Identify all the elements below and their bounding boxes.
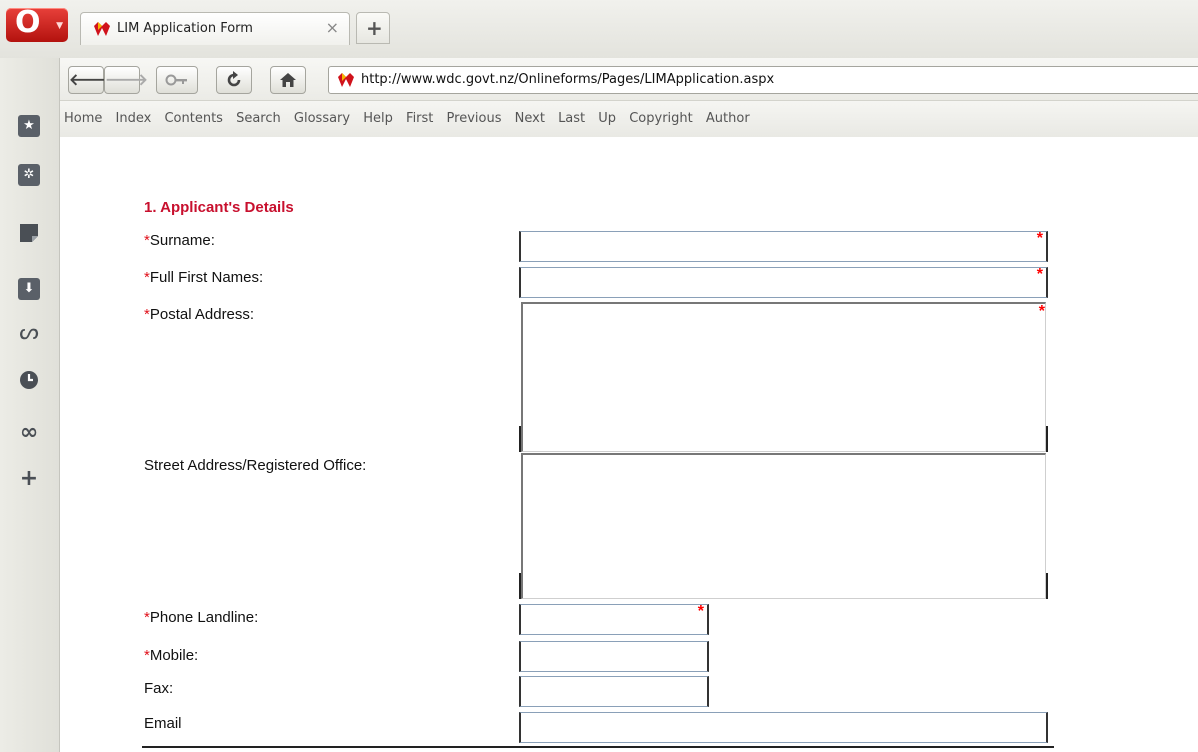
wdc-favicon-icon [338,73,354,87]
tab-lim-application-form[interactable]: LIM Application Form × [80,12,350,45]
reload-button[interactable] [216,66,252,94]
surname-field[interactable]: * [519,230,1048,262]
widgets-icon[interactable]: ✲ [18,164,40,186]
fax-label: Fax: [144,680,174,697]
street-address-textarea[interactable] [521,453,1046,599]
links-icon[interactable]: ᔕ [18,322,40,344]
opera-logo-icon: O [15,5,41,40]
close-tab-icon[interactable]: × [326,18,339,37]
site-links: Home Index Contents Search Glossary Help… [64,111,759,126]
link-index[interactable]: Index [116,111,152,126]
link-next[interactable]: Next [515,111,545,126]
back-button[interactable]: 🡐 [68,66,112,94]
field-edge-right [1046,573,1048,599]
required-star: * [697,603,704,620]
email-field[interactable] [519,712,1048,743]
required-star: * [1036,230,1043,247]
tab-bar: O ▼ LIM Application Form × + [0,0,1198,59]
chevron-down-icon: ▼ [56,21,63,31]
history-icon[interactable] [18,370,40,392]
link-contents[interactable]: Contents [164,111,222,126]
link-up[interactable]: Up [598,111,616,126]
password-manager-button[interactable] [156,66,198,94]
opera-menu-button[interactable]: O ▼ [6,5,68,42]
phone-landline-label: *Phone Landline: [144,609,259,626]
field-edge-right [1046,426,1048,452]
link-help[interactable]: Help [363,111,393,126]
link-previous[interactable]: Previous [447,111,502,126]
first-names-label: *Full First Names: [144,269,264,286]
arrow-right-icon: 🡒 [105,70,148,89]
postal-address-label: *Postal Address: [144,306,255,323]
home-icon [280,73,296,87]
tab-title: LIM Application Form [117,21,253,36]
surname-label: *Surname: [144,232,215,249]
reload-icon [227,71,241,87]
link-home[interactable]: Home [64,111,102,126]
link-search[interactable]: Search [236,111,281,126]
section-divider [142,746,1054,748]
phone-landline-field[interactable]: * [519,603,709,635]
notes-icon[interactable] [18,223,40,245]
required-star: * [1038,303,1045,320]
link-copyright[interactable]: Copyright [629,111,693,126]
panel-sidebar: ★ ✲ ⬇ ᔕ ∞ + [0,58,60,752]
postal-address-textarea[interactable]: * [521,302,1046,452]
link-last[interactable]: Last [558,111,585,126]
link-author[interactable]: Author [706,111,750,126]
downloads-icon[interactable]: ⬇ [18,278,40,300]
mobile-label: *Mobile: [144,647,199,664]
add-panel-icon[interactable]: + [18,468,40,490]
unite-icon[interactable]: ∞ [18,422,40,444]
link-glossary[interactable]: Glossary [294,111,350,126]
field-edge-left [519,573,521,599]
first-names-field[interactable]: * [519,266,1048,298]
forward-button[interactable]: 🡒 [104,66,148,94]
site-navigation-bar: Home Index Contents Search Glossary Help… [60,100,1198,138]
navigation-toolbar: 🡐 🡒 http://www.wdc.govt.nz/Onlineforms/P… [60,58,1198,100]
address-field[interactable]: http://www.wdc.govt.nz/Onlineforms/Pages… [328,66,1198,94]
bookmarks-icon[interactable]: ★ [18,115,40,137]
field-edge-left [519,426,521,452]
key-icon [165,74,187,86]
email-label: Email [144,715,182,732]
new-tab-button[interactable]: + [356,12,390,44]
mobile-field[interactable] [519,641,709,672]
page-content: 1. Applicant's Details *Surname: * *Full… [60,137,1198,752]
plus-icon: + [366,16,383,40]
link-first[interactable]: First [406,111,433,126]
street-address-label: Street Address/Registered Office: [144,457,367,474]
fax-field[interactable] [519,676,709,707]
wdc-favicon-icon [94,22,110,36]
required-star: * [1036,266,1043,283]
home-button[interactable] [270,66,306,94]
url-text: http://www.wdc.govt.nz/Onlineforms/Pages… [361,72,775,87]
section-title: 1. Applicant's Details [144,199,294,216]
